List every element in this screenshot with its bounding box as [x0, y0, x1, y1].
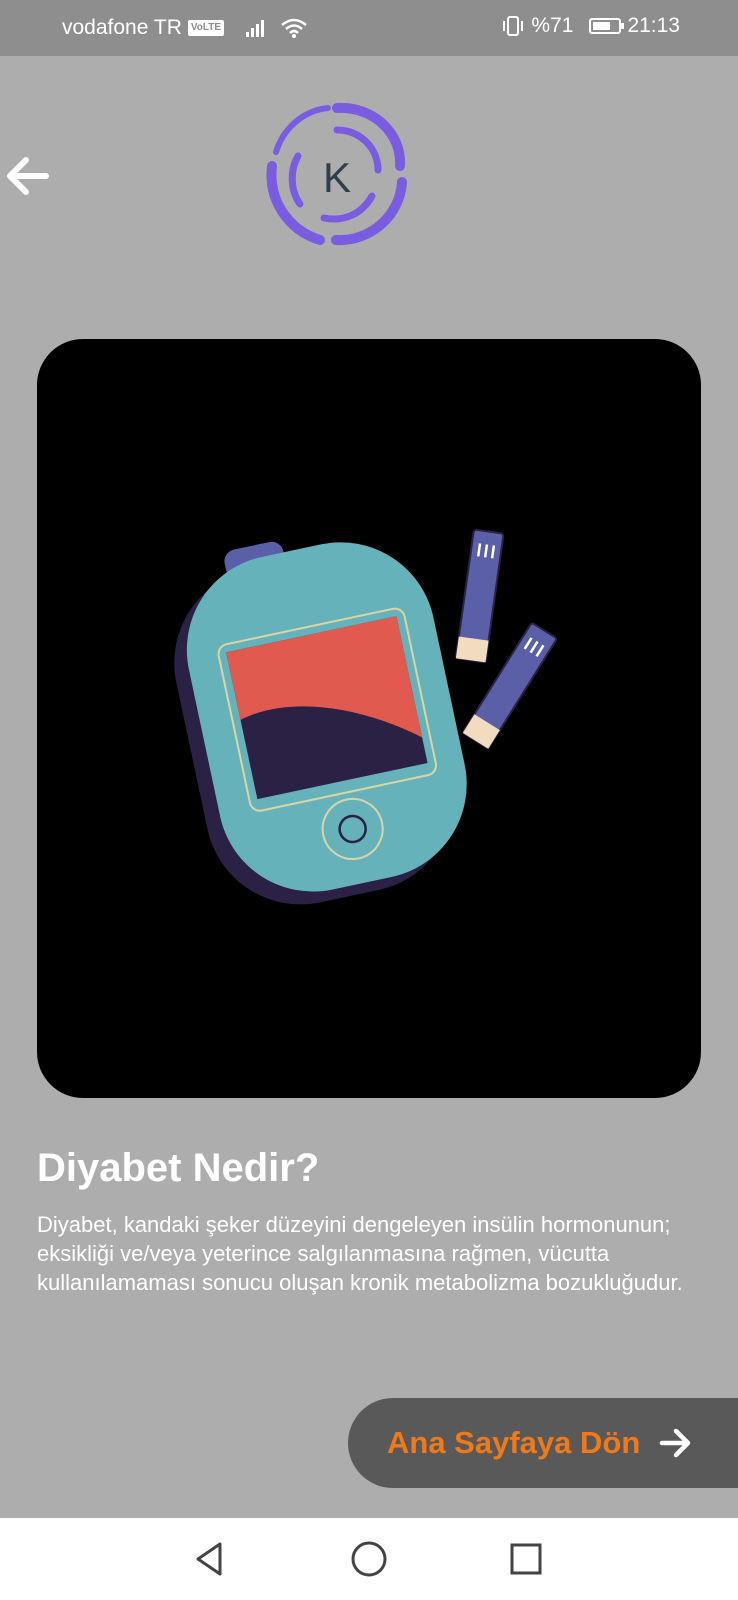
carrier-name: vodafone TR	[62, 16, 182, 39]
square-recents-icon	[510, 1543, 542, 1575]
triangle-back-icon	[196, 1542, 222, 1576]
return-home-button[interactable]: Ana Sayfaya Dön	[348, 1398, 738, 1488]
arrow-right-icon	[660, 1428, 691, 1458]
circle-home-icon	[351, 1541, 387, 1577]
status-left: vodafone TR VoLTE	[62, 16, 308, 40]
status-bar: vodafone TR VoLTE %71 21:13	[0, 0, 738, 56]
volte-badge: VoLTE	[187, 20, 225, 36]
app-logo: K	[262, 100, 412, 250]
nav-back-button[interactable]	[190, 1539, 230, 1579]
status-right: %71 21:13	[501, 14, 680, 38]
logo-letter: K	[323, 154, 351, 201]
hero-image-card	[37, 339, 701, 1098]
battery-percent: %71	[531, 14, 574, 37]
glucose-meter-illustration	[174, 528, 557, 905]
clock: 21:13	[627, 14, 680, 37]
arrow-left-icon	[7, 157, 49, 195]
signal-icon	[246, 19, 265, 37]
battery-icon	[589, 18, 625, 34]
back-button[interactable]	[2, 152, 50, 200]
nav-recents-button[interactable]	[506, 1539, 546, 1579]
system-nav-bar	[0, 1518, 738, 1600]
return-home-label: Ana Sayfaya Dön	[387, 1425, 641, 1460]
nav-home-button[interactable]	[349, 1539, 389, 1579]
wifi-icon	[281, 18, 307, 38]
page-title: Diyabet Nedir?	[37, 1146, 320, 1190]
description-text: Diyabet, kandaki şeker düzeyini dengeley…	[37, 1212, 683, 1295]
vibrate-icon	[503, 16, 524, 36]
